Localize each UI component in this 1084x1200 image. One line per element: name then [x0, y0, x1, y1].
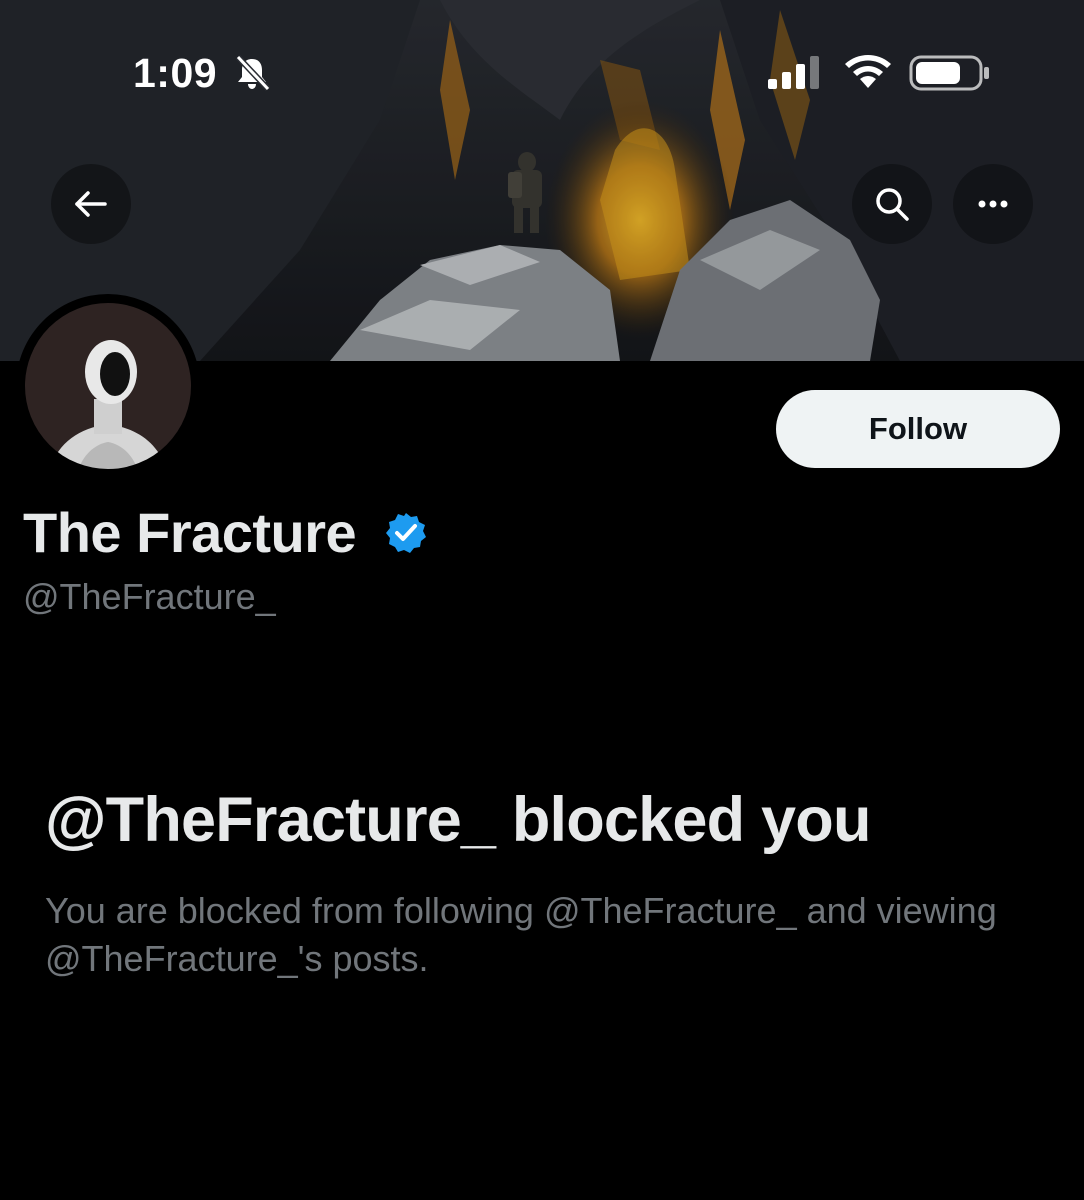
status-time: 1:09: [133, 50, 218, 96]
search-icon: [876, 188, 909, 221]
profile-handle: @TheFracture_: [23, 576, 276, 617]
more-icon: [978, 200, 1008, 208]
follow-button[interactable]: Follow: [776, 390, 1060, 468]
more-options-button[interactable]: [953, 164, 1033, 244]
profile-banner[interactable]: 1:09: [0, 0, 1084, 361]
profile-avatar[interactable]: [16, 294, 200, 478]
display-name: The Fracture: [23, 501, 357, 564]
back-arrow-icon: [75, 191, 107, 217]
cellular-signal-icon: [768, 56, 819, 89]
verified-badge-icon: [386, 513, 426, 553]
blocked-title: @TheFracture_ blocked you: [45, 785, 871, 855]
blocked-description: You are blocked from following @TheFract…: [45, 890, 997, 979]
battery-icon: [909, 55, 989, 91]
wifi-icon: [845, 55, 891, 88]
back-button[interactable]: [51, 164, 131, 244]
avatar-image: [23, 301, 193, 471]
bell-muted-icon: [235, 54, 271, 92]
search-button[interactable]: [852, 164, 932, 244]
